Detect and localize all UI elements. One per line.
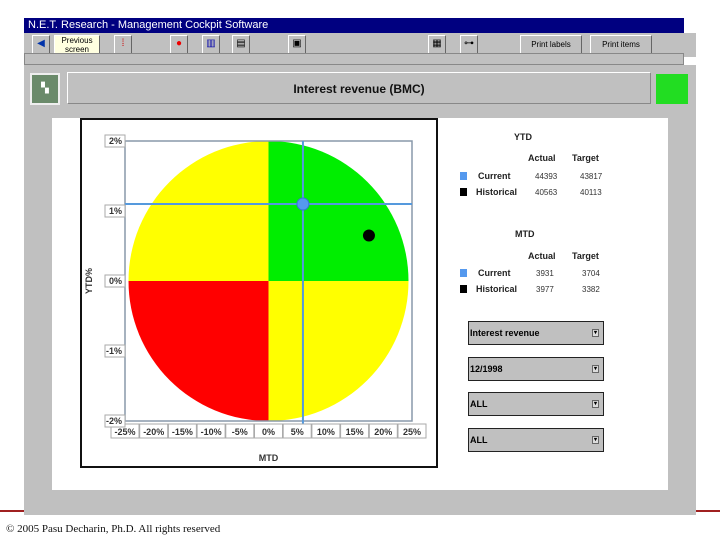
y-tick-label: -2% bbox=[106, 416, 122, 426]
page-title: Interest revenue (BMC) bbox=[67, 72, 651, 104]
mtd-current-label: Current bbox=[478, 268, 511, 278]
x-tick-label: -5% bbox=[232, 427, 248, 437]
print-labels-button[interactable]: Print labels bbox=[520, 35, 582, 55]
mtd-current-target: 3704 bbox=[582, 269, 600, 278]
decor-line-right bbox=[696, 510, 720, 512]
quadrant-chart: -25% -20% -15% -10% -5% 0% 5% 10% 15% 20% 25% 2% 1% 0… bbox=[84, 134, 427, 463]
ytd-current-actual: 44393 bbox=[535, 172, 558, 181]
current-legend-icon bbox=[460, 269, 467, 277]
status-indicator bbox=[656, 74, 688, 104]
ytd-historical-label: Historical bbox=[476, 187, 518, 197]
historical-legend-icon bbox=[460, 188, 467, 196]
quadrant-top-right bbox=[268, 141, 409, 281]
mtd-actual-header: Actual bbox=[528, 251, 556, 261]
x-tick-label: 20% bbox=[374, 427, 392, 437]
ytd-historical-actual: 40563 bbox=[535, 188, 558, 197]
document-icon[interactable]: ▤ bbox=[232, 35, 250, 55]
quadrant-top-left bbox=[128, 141, 269, 281]
y-axis-label: YTD% bbox=[84, 268, 94, 294]
back-arrow-icon[interactable]: ◀ bbox=[32, 35, 50, 55]
current-legend-icon bbox=[460, 172, 467, 180]
dropdown-arrow-icon[interactable]: ▾ bbox=[592, 436, 599, 444]
x-tick-label: 15% bbox=[346, 427, 364, 437]
dropdown-arrow-icon[interactable]: ▾ bbox=[592, 400, 599, 408]
historical-legend-icon bbox=[460, 285, 467, 293]
print-items-button[interactable]: Print items bbox=[590, 35, 652, 55]
x-tick-label: -25% bbox=[114, 427, 135, 437]
measure-select-value: Interest revenue bbox=[470, 328, 540, 338]
cockpit-icon[interactable]: ▚ bbox=[30, 73, 60, 105]
hierarchy-icon[interactable]: ⊶ bbox=[460, 35, 478, 55]
x-tick-label: 25% bbox=[403, 427, 421, 437]
toolbar: ◀ Previous screen ⁞ ● ▥ ▤ ▣ ▦ ⊶ Print la… bbox=[24, 33, 684, 55]
ytd-actual-header: Actual bbox=[528, 153, 556, 163]
quadrant-bottom-left bbox=[128, 281, 269, 421]
period-select-value: 12/1998 bbox=[470, 364, 503, 374]
table-icon[interactable]: ▦ bbox=[428, 35, 446, 55]
dropdown-arrow-icon[interactable]: ▾ bbox=[592, 329, 599, 337]
save-icon[interactable]: ▣ bbox=[288, 35, 306, 55]
x-tick-label: -20% bbox=[143, 427, 164, 437]
traffic-light-icon[interactable]: ⁞ bbox=[114, 35, 132, 55]
point-historical bbox=[362, 229, 375, 242]
ytd-historical-target: 40113 bbox=[580, 188, 602, 197]
x-tick-label: 5% bbox=[291, 427, 304, 437]
mtd-title: MTD bbox=[515, 229, 535, 239]
ytd-title: YTD bbox=[514, 132, 532, 142]
decor-line-left bbox=[0, 510, 24, 512]
point-current bbox=[296, 197, 310, 211]
x-tick-label: 0% bbox=[262, 427, 275, 437]
vertical-scrollbar[interactable] bbox=[684, 33, 696, 57]
x-axis-label: MTD bbox=[259, 453, 279, 463]
bar-chart-icon[interactable]: ▥ bbox=[202, 35, 220, 55]
copyright-footer: © 2005 Pasu Decharin, Ph.D. All rights r… bbox=[6, 523, 221, 535]
ytd-target-header: Target bbox=[572, 153, 599, 163]
pie-chart-icon[interactable]: ● bbox=[170, 35, 188, 55]
y-tick-label: 1% bbox=[109, 206, 122, 216]
mtd-target-header: Target bbox=[572, 251, 599, 261]
x-tick-label: -10% bbox=[201, 427, 222, 437]
dropdown-arrow-icon[interactable]: ▾ bbox=[592, 365, 599, 373]
mtd-current-actual: 3931 bbox=[536, 269, 554, 278]
horizontal-scrollbar[interactable] bbox=[24, 53, 684, 65]
previous-screen-button[interactable]: Previous screen bbox=[54, 35, 100, 55]
measure-select[interactable]: Interest revenue ▾ bbox=[468, 321, 604, 345]
mtd-historical-target: 3382 bbox=[582, 285, 600, 294]
y-tick-label: -1% bbox=[106, 346, 122, 356]
quadrant-bottom-right bbox=[268, 281, 409, 421]
x-tick-label: 10% bbox=[317, 427, 335, 437]
mtd-historical-actual: 3977 bbox=[536, 285, 554, 294]
filter-select-2[interactable]: ALL ▾ bbox=[468, 428, 604, 452]
window-title: N.E.T. Research - Management Cockpit Sof… bbox=[24, 18, 684, 33]
period-select[interactable]: 12/1998 ▾ bbox=[468, 357, 604, 381]
y-tick-label: 2% bbox=[109, 136, 122, 146]
mtd-historical-label: Historical bbox=[476, 284, 518, 294]
ytd-current-label: Current bbox=[478, 171, 511, 181]
y-tick-label: 0% bbox=[109, 276, 122, 286]
ytd-current-target: 43817 bbox=[580, 172, 603, 181]
filter-select-1[interactable]: ALL ▾ bbox=[468, 392, 604, 416]
filter-select-1-value: ALL bbox=[470, 399, 488, 409]
filter-select-2-value: ALL bbox=[470, 435, 488, 445]
x-tick-label: -15% bbox=[172, 427, 193, 437]
